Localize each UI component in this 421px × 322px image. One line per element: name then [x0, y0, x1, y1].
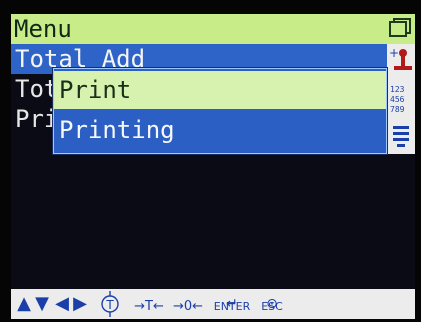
right-arrow-icon[interactable]: ▶ [71, 291, 89, 317]
popup-item-label: Printing [59, 116, 175, 144]
zero-key[interactable]: →0← [171, 294, 205, 319]
key-bar: ▲ ▼ ◀ ▶ T →T← →0← ↵ ENTER ⊙ ESC [11, 289, 415, 319]
t-plus-key[interactable]: →T← [131, 294, 167, 319]
title-bar: Menu [11, 14, 415, 44]
tare-label: T [105, 298, 114, 312]
svg-text:+: + [389, 46, 399, 60]
strip-number-row: 123 [390, 85, 405, 94]
popup-submenu: Print Printing [53, 68, 387, 154]
left-arrow-icon[interactable]: ◀ [53, 291, 71, 317]
page-title: Menu [14, 15, 72, 43]
enter-key[interactable]: ↵ ENTER [211, 296, 253, 314]
window-icon[interactable] [389, 18, 411, 38]
strip-number-row: 456 [390, 95, 405, 104]
screen: Menu Total Add Total Clear Print + 123 4… [11, 14, 415, 319]
tare-key[interactable]: T [95, 291, 125, 319]
popup-item-printing[interactable]: Printing [54, 111, 386, 149]
down-arrow-icon[interactable]: ▼ [33, 291, 51, 317]
right-icon-strip: + 123 456 789 [387, 44, 415, 154]
esc-icon: ⊙ [266, 296, 278, 312]
up-arrow-icon[interactable]: ▲ [15, 291, 33, 317]
enter-icon: ↵ [226, 296, 238, 312]
numbers-icon[interactable]: 123 456 789 [389, 82, 413, 116]
tare-icon: T [101, 291, 119, 317]
scale-plus-icon[interactable]: + [389, 46, 413, 74]
strip-number-row: 789 [390, 105, 405, 114]
popup-item-label: Print [59, 76, 132, 104]
list-icon[interactable] [389, 122, 413, 150]
popup-item-print[interactable]: Print [54, 71, 386, 109]
esc-key[interactable]: ⊙ ESC [255, 296, 289, 314]
